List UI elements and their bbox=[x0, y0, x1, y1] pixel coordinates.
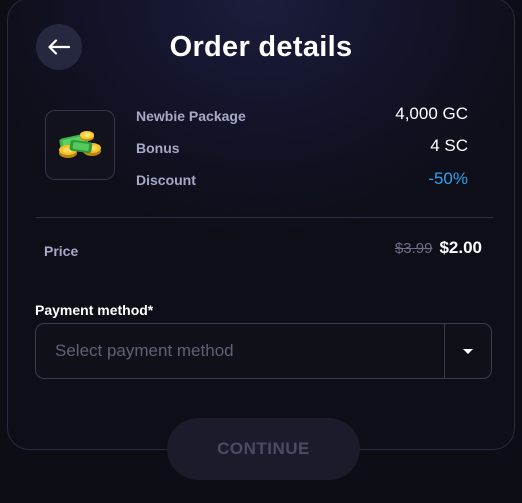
order-details-screen: Order details Newbie Package 4,000 GC Bo… bbox=[0, 0, 522, 503]
divider bbox=[36, 217, 493, 218]
payment-method-label: Payment method* bbox=[35, 302, 154, 318]
bonus-value: 4 SC bbox=[430, 136, 468, 155]
continue-button[interactable]: CONTINUE bbox=[167, 418, 360, 480]
price-values: $3.99 $2.00 bbox=[395, 238, 482, 258]
package-name-label: Newbie Package bbox=[136, 108, 246, 124]
current-price: $2.00 bbox=[439, 238, 482, 257]
caret-down-icon[interactable] bbox=[445, 324, 491, 378]
discount-label: Discount bbox=[136, 172, 196, 188]
bonus-label: Bonus bbox=[136, 140, 180, 156]
package-thumbnail bbox=[45, 110, 115, 180]
payment-method-select[interactable]: Select payment method bbox=[35, 323, 492, 379]
package-gc-value: 4,000 GC bbox=[395, 104, 468, 123]
payment-method-placeholder: Select payment method bbox=[55, 341, 234, 360]
price-label: Price bbox=[44, 243, 79, 259]
original-price: $3.99 bbox=[394, 240, 433, 257]
discount-value: -50% bbox=[428, 169, 468, 188]
page-title: Order details bbox=[169, 31, 353, 63]
coins-stack-icon bbox=[54, 123, 106, 168]
